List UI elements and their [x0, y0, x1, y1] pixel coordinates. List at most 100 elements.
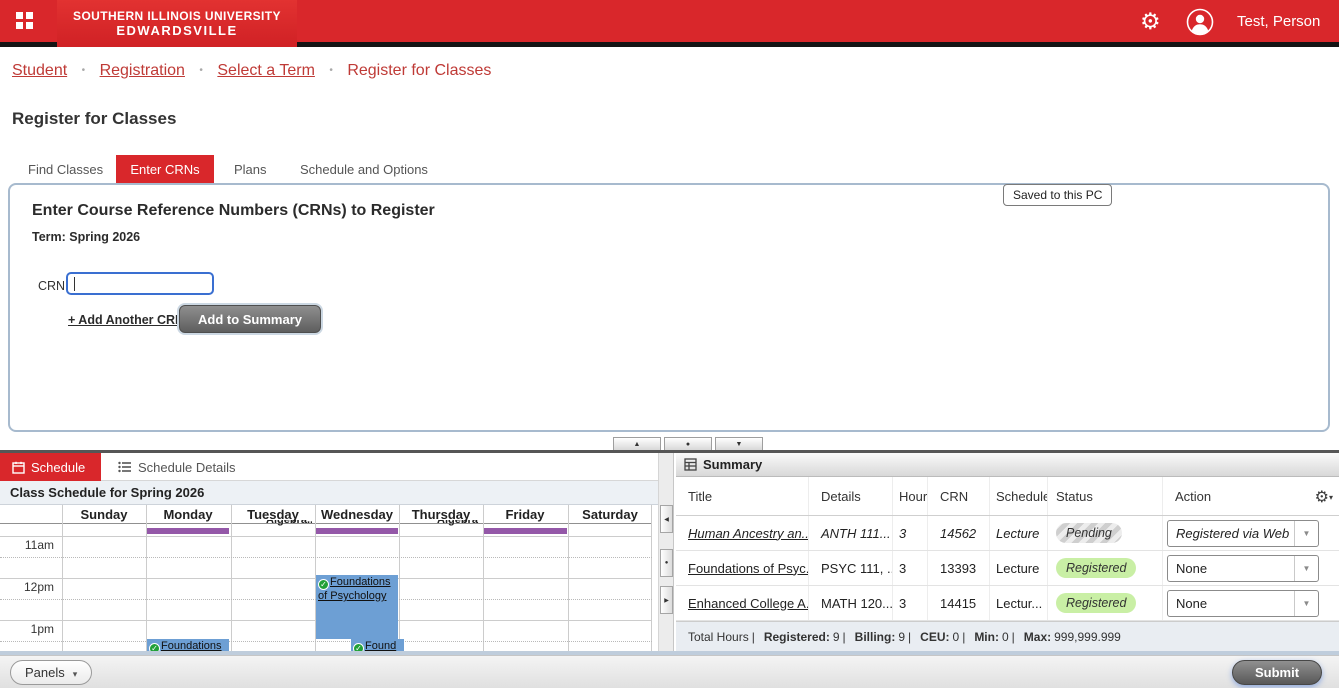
panel-resize-controls: ▲ ● ▼: [613, 437, 763, 450]
page-title: Register for Classes: [12, 109, 177, 128]
tab-schedule-and-options[interactable]: Schedule and Options: [300, 155, 428, 184]
time-label-11am: 11am: [24, 538, 54, 552]
register-for-classes-page: ⚙ Test, Person SOUTHERN ILLINOIS UNIVERS…: [0, 0, 1339, 688]
event-foundations-clipped-monday[interactable]: ✓ Foundations: [147, 639, 229, 651]
expand-up-button[interactable]: ▲: [613, 437, 661, 450]
action-dropdown[interactable]: Registered via Web ▼: [1167, 520, 1319, 547]
algebra-event-clipped-wednesday[interactable]: [316, 528, 398, 534]
status-badge-pending: Pending: [1056, 523, 1122, 543]
column-header-status: Status: [1048, 477, 1163, 515]
summary-row-registered: Foundations of Psyc... PSYC 111, ... 3 1…: [676, 551, 1339, 586]
user-avatar-icon[interactable]: [1186, 8, 1214, 36]
action-dropdown[interactable]: None ▼: [1167, 590, 1319, 617]
algebra-text-fragment-thursday: Algebra: [437, 520, 478, 526]
panels-toggle-button[interactable]: Panels ▾: [10, 660, 93, 685]
text-caret: [74, 277, 75, 291]
reset-panels-button[interactable]: ●: [664, 437, 712, 450]
day-header-monday: Monday: [163, 507, 213, 522]
course-schedule-type: Lecture: [990, 551, 1048, 585]
course-schedule-type: Lecture: [990, 516, 1048, 550]
caret-down-icon: ▾: [72, 669, 78, 679]
event-label: Foundations: [161, 640, 222, 651]
tab-find-classes[interactable]: Find Classes: [28, 155, 103, 184]
caret-down-icon: ▼: [1294, 591, 1318, 616]
day-header-saturday: Saturday: [582, 507, 638, 522]
summary-panel: Summary Title Details Hours CRN Schedule…: [676, 453, 1339, 651]
breadcrumb: Student • Registration • Select a Term •…: [12, 62, 491, 80]
submit-button[interactable]: Submit: [1232, 660, 1322, 685]
breadcrumb-select-a-term[interactable]: Select a Term: [217, 62, 315, 79]
status-badge-registered: Registered: [1056, 593, 1137, 613]
crn-input-wrap: [66, 272, 214, 295]
event-label: Foundations of Psychology: [318, 576, 391, 602]
breadcrumb-separator: •: [329, 65, 333, 76]
column-header-crn: CRN: [928, 477, 990, 515]
tab-schedule[interactable]: Schedule: [0, 453, 101, 481]
course-title-link[interactable]: Human Ancestry an...: [688, 526, 808, 541]
status-badge-registered: Registered: [1056, 558, 1137, 578]
expand-down-button[interactable]: ▼: [715, 437, 763, 450]
tab-schedule-details-label: Schedule Details: [138, 459, 236, 475]
day-header-wednesday: Wednesday: [320, 507, 393, 522]
algebra-text-fragment-tuesday: Algebra...: [266, 520, 312, 526]
course-hours: 3: [893, 551, 928, 585]
course-details: PSYC 111, ...: [809, 551, 893, 585]
total-hours-label: Total Hours: [688, 629, 749, 644]
course-hours: 3: [893, 586, 928, 620]
total-hours-bar: Total Hours | Registered: 9 | Billing: 9 | CE…: [676, 621, 1339, 651]
caret-down-icon: ▼: [1294, 521, 1318, 546]
summary-title: Summary: [703, 457, 763, 472]
course-details: ANTH 111...: [809, 516, 893, 550]
brand-line-2: EDWARDSVILLE: [116, 23, 238, 38]
column-header-hours: Hours: [893, 477, 928, 515]
collapse-right-button[interactable]: ▶: [660, 586, 673, 614]
breadcrumb-separator: •: [81, 65, 86, 76]
column-header-action: Action: [1175, 488, 1212, 504]
column-header-schedule: Schedule: [990, 477, 1048, 515]
tab-enter-crns[interactable]: Enter CRNs: [116, 155, 214, 184]
app-launcher-icon[interactable]: [16, 12, 33, 29]
user-name[interactable]: Test, Person: [1237, 13, 1320, 30]
event-label: Found: [365, 640, 397, 651]
summary-header: Summary: [676, 453, 1339, 477]
breadcrumb-separator: •: [199, 65, 203, 76]
enter-crns-panel: Enter Course Reference Numbers (CRNs) to…: [8, 183, 1330, 432]
settings-gear-icon[interactable]: ⚙: [1140, 8, 1161, 34]
collapse-left-button[interactable]: ◀: [660, 505, 673, 533]
breadcrumb-student[interactable]: Student: [12, 62, 67, 79]
course-title-link[interactable]: Enhanced College A...: [688, 596, 808, 611]
event-foundations-of-psychology[interactable]: ✓ Foundations of Psychology: [316, 575, 398, 639]
registration-tabs: Find Classes Enter CRNs Plans Schedule a…: [0, 155, 1339, 184]
summary-column-headers: Title Details Hours CRN Schedule Status …: [676, 477, 1339, 516]
course-schedule-type: Lectur...: [990, 586, 1048, 620]
summary-row-pending: Human Ancestry an... ANTH 111... 3 14562…: [676, 516, 1339, 551]
course-crn: 14562: [928, 516, 990, 550]
siue-logo[interactable]: SOUTHERN ILLINOIS UNIVERSITY EDWARDSVILL…: [57, 0, 297, 47]
horizontal-panel-splitter[interactable]: ◀ ● ▶: [658, 453, 674, 651]
saved-to-pc-tooltip: Saved to this PC: [1003, 184, 1113, 206]
caret-down-icon: ▾: [1328, 493, 1333, 502]
schedule-title: Class Schedule for Spring 2026: [0, 481, 658, 505]
half-hour-line: [0, 557, 652, 558]
reset-split-button[interactable]: ●: [660, 549, 673, 577]
schedule-panel: Schedule Schedule Details Class Schedule…: [0, 453, 658, 651]
breadcrumb-registration[interactable]: Registration: [100, 62, 185, 79]
bottom-action-bar: Panels ▾ Submit: [0, 655, 1339, 688]
action-dropdown[interactable]: None ▼: [1167, 555, 1319, 582]
course-title-link[interactable]: Foundations of Psyc...: [688, 561, 808, 576]
algebra-event-clipped-friday[interactable]: [484, 528, 567, 534]
tab-schedule-details[interactable]: Schedule Details: [118, 453, 236, 481]
schedule-tabs: Schedule Schedule Details: [0, 453, 658, 481]
add-another-crn-link[interactable]: + Add Another CRN: [68, 313, 184, 327]
registered-check-icon: ✓: [353, 643, 364, 651]
tab-plans[interactable]: Plans: [234, 155, 267, 184]
registered-check-icon: ✓: [149, 643, 160, 651]
add-to-summary-button[interactable]: Add to Summary: [179, 305, 322, 333]
crn-input[interactable]: [66, 272, 214, 295]
time-label-1pm: 1pm: [30, 622, 54, 636]
tab-schedule-label: Schedule: [31, 459, 86, 475]
term-label: Term: Spring 2026: [32, 230, 141, 244]
event-foundations-clipped-wednesday[interactable]: ✓ Found: [351, 639, 404, 651]
summary-settings-gear-icon[interactable]: ⚙▾: [1315, 487, 1333, 507]
algebra-event-clipped-monday[interactable]: [147, 528, 229, 534]
